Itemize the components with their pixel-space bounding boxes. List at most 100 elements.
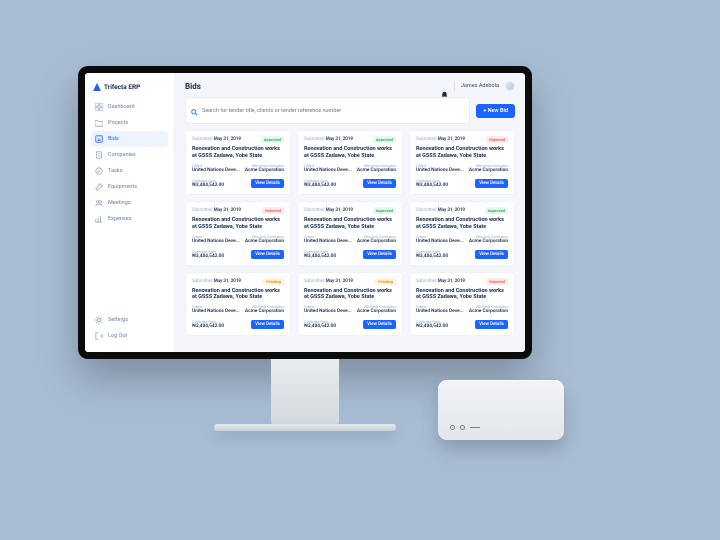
sum-value: ₦3,484,542.00 <box>416 254 448 259</box>
user-block: James Adebola <box>441 81 515 91</box>
status-badge: Approved <box>261 136 284 143</box>
app-screen: Trifecta ERP Dashboard Projects Bids Com… <box>85 73 525 352</box>
main-area: Bids James Adebola + New Bid Submitted M… <box>175 73 525 352</box>
status-badge: Approved <box>373 207 396 214</box>
client-value: United Nations Deve... <box>416 239 464 244</box>
bid-grid: Submitted May 31, 2019 Approved Renovation… <box>185 130 515 336</box>
status-badge: Pending <box>375 278 396 285</box>
bid-card: Submitted May 31, 2019RejectedRenovation… <box>409 130 515 195</box>
logout-icon <box>95 332 103 340</box>
sidebar-item-settings[interactable]: Settings <box>91 312 168 328</box>
bid-title: Renovation and Construction works at GSS… <box>304 217 396 231</box>
status-badge: Approved <box>485 207 508 214</box>
bid-card: Submitted May 31, 2019RejectedRenovation… <box>185 201 291 266</box>
bid-card: Submitted May 31, 2019 Approved Renovation… <box>297 201 403 266</box>
search-box[interactable] <box>185 97 470 124</box>
view-details-button[interactable]: View Details <box>475 250 508 259</box>
sidebar-item-label: Expenses <box>108 216 132 222</box>
sum-value: ₦3,484,542.00 <box>192 183 224 188</box>
winner-value: Acme Corporation <box>357 239 396 244</box>
sd-slot-icon <box>470 427 480 429</box>
username: James Adebola <box>461 83 499 89</box>
sum-value: ₦3,484,542.00 <box>192 254 224 259</box>
winner-value: Acme Corporation <box>357 309 396 314</box>
winner-value: Acme Corporation <box>357 168 396 173</box>
chart-icon <box>95 215 103 223</box>
sidebar-item-label: Equipments <box>108 184 137 190</box>
submitted-label: Submitted May 31, 2019 <box>192 208 241 213</box>
sidebar-item-companies[interactable]: Companies <box>91 147 168 163</box>
sum-value: ₦3,484,542.00 <box>304 183 336 188</box>
usbc-port-icon <box>460 425 465 430</box>
winner-value: Acme Corporation <box>469 309 508 314</box>
view-details-button[interactable]: View Details <box>475 179 508 188</box>
sidebar-item-expenses[interactable]: Expenses <box>91 211 168 227</box>
sidebar-item-equipments[interactable]: Equipments <box>91 179 168 195</box>
page-title: Bids <box>185 82 201 91</box>
sum-value: ₦3,484,542.00 <box>304 254 336 259</box>
submitted-label: Submitted May 31, 2019 <box>304 137 353 142</box>
view-details-button[interactable]: View Details <box>251 179 284 188</box>
sum-value: ₦3,484,542.00 <box>416 183 448 188</box>
usbc-port-icon <box>450 425 455 430</box>
bid-title: Renovation and Construction works at GSS… <box>416 288 508 302</box>
sidebar-item-label: Bids <box>108 136 119 142</box>
logo-text: Trifecta ERP <box>104 83 140 91</box>
view-details-button[interactable]: View Details <box>363 250 396 259</box>
bell-icon[interactable] <box>441 83 448 90</box>
sum-value: ₦3,484,542.00 <box>416 324 448 329</box>
status-badge: Pending <box>263 278 284 285</box>
winner-value: Acme Corporation <box>245 168 284 173</box>
view-details-button[interactable]: View Details <box>251 320 284 329</box>
sidebar-item-label: Tasks <box>108 168 122 174</box>
wrench-icon <box>95 183 103 191</box>
winner-value: Acme Corporation <box>469 239 508 244</box>
status-badge: Rejected <box>486 136 508 143</box>
bid-title: Renovation and Construction works at GSS… <box>192 288 284 302</box>
logo[interactable]: Trifecta ERP <box>91 81 168 99</box>
users-icon <box>95 199 103 207</box>
sidebar-item-label: Meetings <box>108 200 131 206</box>
bid-card: Submitted May 31, 2019PendingRenovation … <box>185 272 291 337</box>
view-details-button[interactable]: View Details <box>363 179 396 188</box>
gear-icon <box>95 316 103 324</box>
sidebar: Trifecta ERP Dashboard Projects Bids Com… <box>85 73 175 352</box>
topbar: Bids James Adebola <box>185 81 515 91</box>
sidebar-item-label: Log Out <box>108 333 127 339</box>
sidebar-item-logout[interactable]: Log Out <box>91 328 168 344</box>
building-icon <box>95 151 103 159</box>
bids-icon <box>95 135 103 143</box>
status-badge: Rejected <box>486 278 508 285</box>
submitted-label: Submitted May 31, 2019 <box>416 279 465 284</box>
bid-card: Submitted May 31, 2019ApprovedRenovation… <box>409 201 515 266</box>
winner-value: Acme Corporation <box>469 168 508 173</box>
view-details-button[interactable]: View Details <box>363 320 396 329</box>
view-details-button[interactable]: View Details <box>251 250 284 259</box>
sidebar-item-label: Projects <box>108 120 128 126</box>
sidebar-item-label: Companies <box>108 152 136 158</box>
client-value: United Nations Deve... <box>416 168 464 173</box>
search-input[interactable] <box>202 108 464 114</box>
search-row: + New Bid <box>185 97 515 124</box>
sidebar-item-bids[interactable]: Bids <box>91 131 168 147</box>
search-icon <box>191 101 198 120</box>
folder-icon <box>95 119 103 127</box>
client-value: United Nations Deve... <box>192 168 240 173</box>
sidebar-item-tasks[interactable]: Tasks <box>91 163 168 179</box>
bid-card: Submitted May 31, 2019ApprovedRenovation… <box>185 130 291 195</box>
logo-icon <box>93 83 101 91</box>
submitted-label: Submitted May 31, 2019 <box>304 208 353 213</box>
submitted-label: Submitted May 31, 2019 <box>416 208 465 213</box>
sidebar-item-dashboard[interactable]: Dashboard <box>91 99 168 115</box>
submitted-label: Submitted May 31, 2019 <box>304 279 353 284</box>
bid-title: Renovation and Construction works at GSS… <box>304 288 396 302</box>
new-bid-button[interactable]: + New Bid <box>476 104 515 118</box>
sidebar-item-projects[interactable]: Projects <box>91 115 168 131</box>
view-details-button[interactable]: View Details <box>475 320 508 329</box>
avatar[interactable] <box>505 81 515 91</box>
sidebar-item-meetings[interactable]: Meetings <box>91 195 168 211</box>
sidebar-item-label: Settings <box>108 317 128 323</box>
sum-value: ₦3,484,542.00 <box>304 324 336 329</box>
client-value: United Nations Deve... <box>416 309 464 314</box>
submitted-label: Submitted May 31, 2019 <box>416 137 465 142</box>
